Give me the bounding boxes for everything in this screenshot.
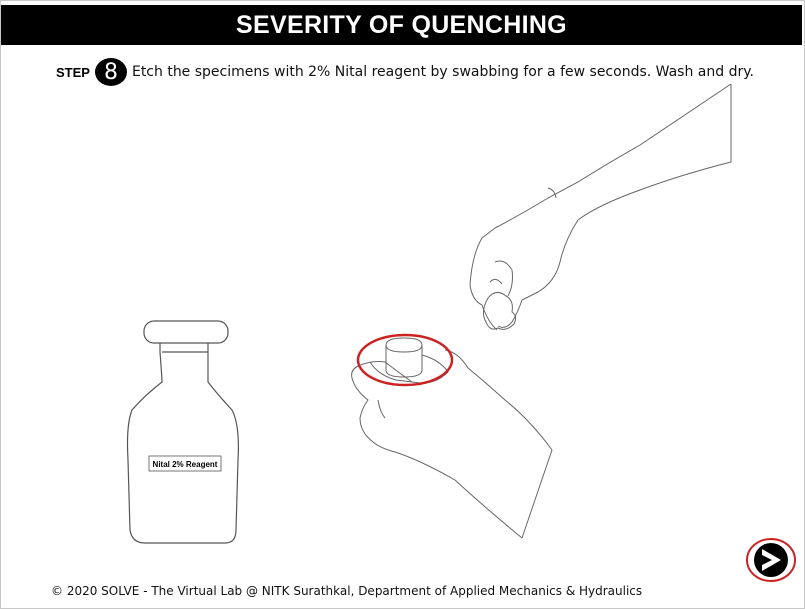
hand-with-specimen (351, 337, 553, 539)
lab-scene: Nital 2% Reagent (126, 83, 732, 544)
bottle-label-text: Nital 2% Reagent (153, 460, 218, 469)
specimen-puck (385, 337, 423, 378)
bottle-stopper (143, 320, 229, 344)
footer-copyright: © 2020 SOLVE - The Virtual Lab @ NITK Su… (51, 584, 643, 598)
bottle-body (126, 343, 239, 544)
nital-bottle[interactable]: Nital 2% Reagent (126, 320, 239, 544)
next-arrow-icon (746, 538, 796, 582)
hand-with-swab (469, 83, 732, 331)
next-button[interactable] (745, 537, 797, 583)
